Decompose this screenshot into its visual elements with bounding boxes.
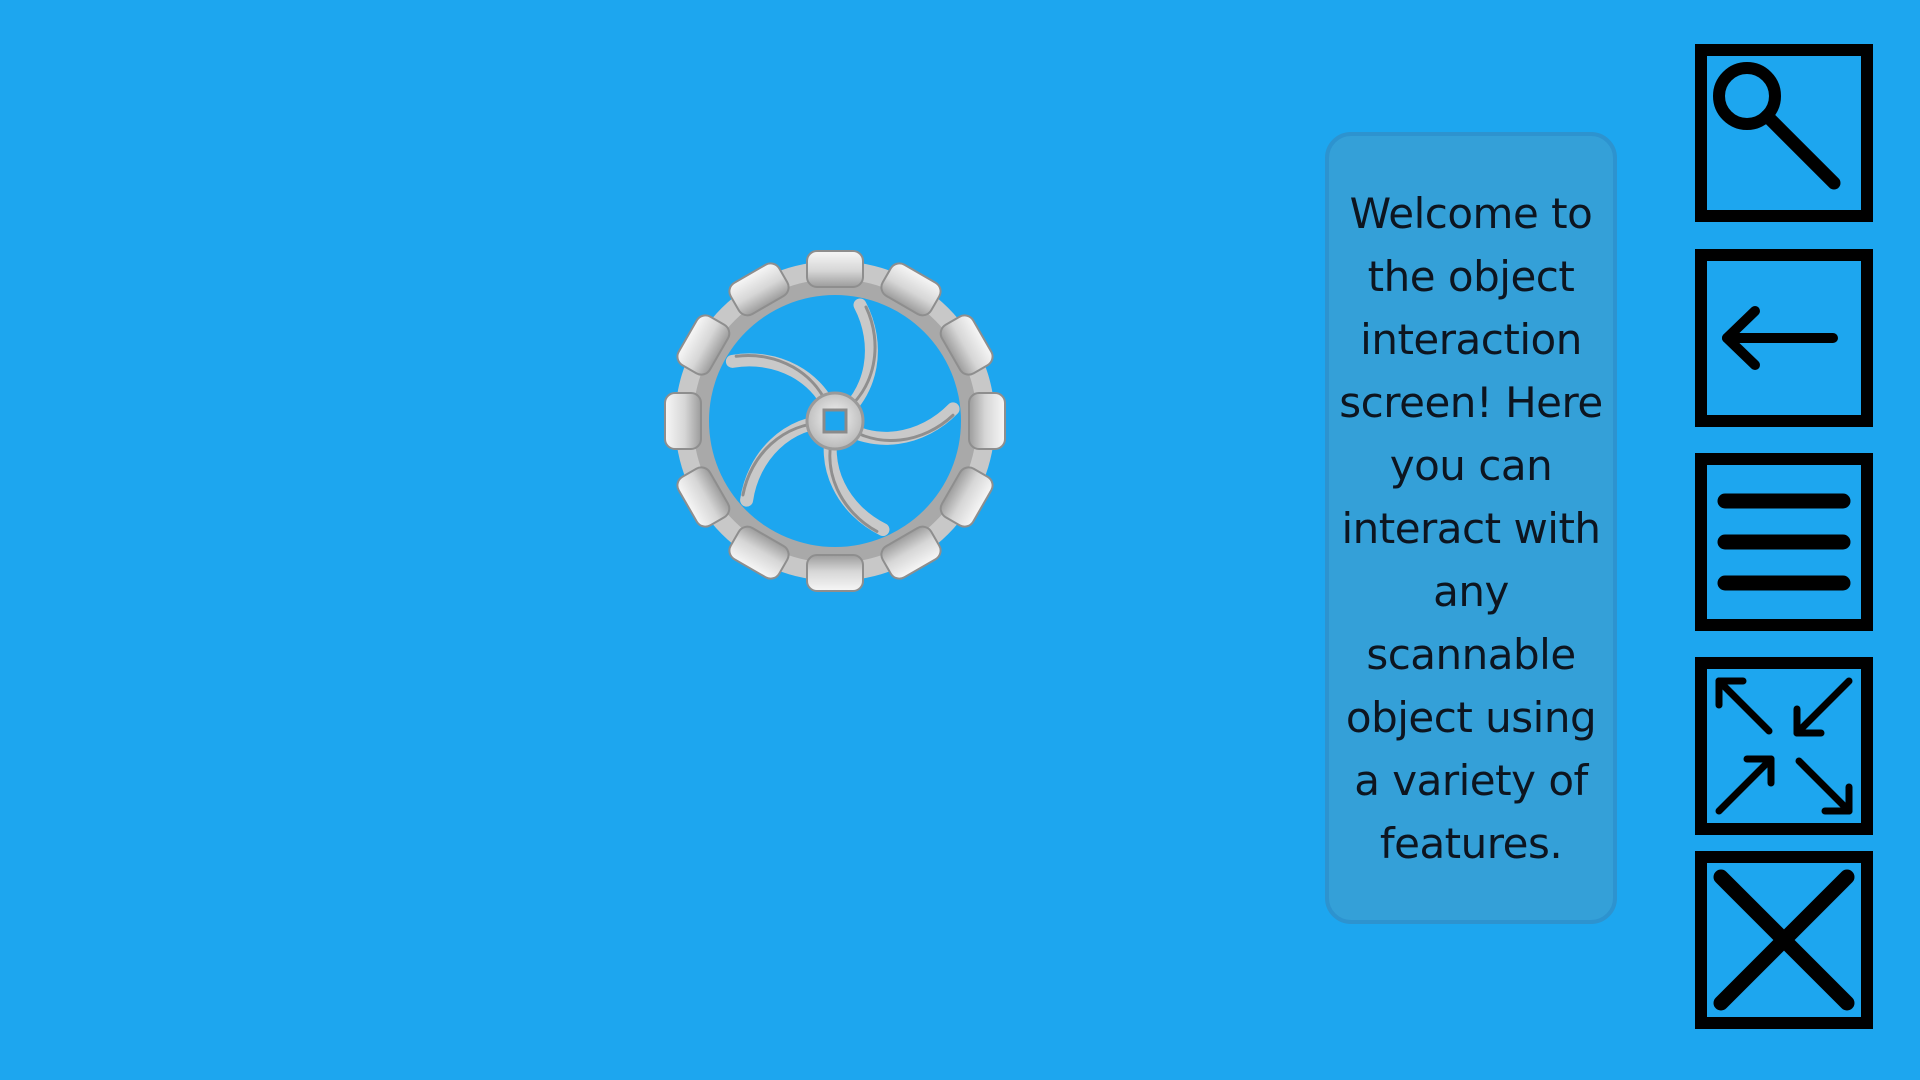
- magnifier-icon: [1713, 62, 1841, 190]
- welcome-message: Welcome to the object interaction screen…: [1339, 188, 1603, 868]
- close-icon: [1713, 869, 1855, 1011]
- object-interaction-screen: Welcome to the object interaction screen…: [0, 0, 1920, 1080]
- mecanum-wheel-icon: [664, 250, 1006, 592]
- scanned-object-view[interactable]: [655, 243, 1015, 603]
- back-button[interactable]: [1695, 249, 1873, 427]
- collapse-button[interactable]: [1695, 657, 1873, 835]
- close-button[interactable]: [1695, 851, 1873, 1029]
- welcome-info-panel: Welcome to the object interaction screen…: [1325, 132, 1617, 924]
- menu-icon: [1717, 493, 1851, 591]
- back-arrow-icon: [1722, 306, 1838, 370]
- menu-button[interactable]: [1695, 453, 1873, 631]
- search-button[interactable]: [1695, 44, 1873, 222]
- collapse-arrows-icon: [1715, 677, 1853, 815]
